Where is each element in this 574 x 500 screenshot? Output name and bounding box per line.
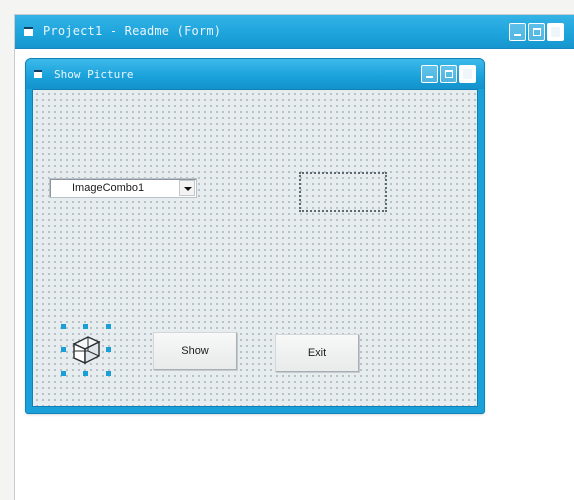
selection-handle-top-left[interactable] bbox=[61, 324, 66, 329]
form-title: Show Picture bbox=[54, 68, 134, 81]
maximize-icon bbox=[533, 28, 541, 36]
image-control[interactable] bbox=[299, 172, 387, 212]
common-dialog-cube-icon bbox=[72, 336, 101, 365]
form-window-icon[interactable] bbox=[34, 70, 42, 78]
imagecombo-control[interactable]: ImageCombo1 bbox=[49, 178, 197, 198]
window-icon[interactable] bbox=[24, 27, 33, 36]
form-close-button[interactable] bbox=[459, 65, 476, 83]
selection-handle-top[interactable] bbox=[83, 324, 88, 329]
imagecombo-dropdown-button[interactable] bbox=[179, 180, 195, 196]
designer-close-button[interactable] bbox=[547, 23, 564, 41]
selection-handle-right[interactable] bbox=[106, 347, 111, 352]
maximize-icon bbox=[445, 70, 453, 78]
selection-handle-top-right[interactable] bbox=[106, 324, 111, 329]
imagecombo-text: ImageCombo1 bbox=[72, 182, 145, 194]
selection-handle-left[interactable] bbox=[61, 347, 66, 352]
chevron-down-icon bbox=[184, 187, 192, 191]
form-maximize-button[interactable] bbox=[440, 65, 457, 83]
minimize-icon bbox=[426, 76, 433, 78]
designer-maximize-button[interactable] bbox=[528, 23, 545, 41]
common-dialog-control[interactable] bbox=[61, 324, 111, 376]
close-icon bbox=[463, 69, 472, 79]
designer-minimize-button[interactable] bbox=[509, 23, 526, 41]
selection-handle-bottom[interactable] bbox=[83, 371, 88, 376]
exit-button[interactable]: Exit bbox=[275, 334, 359, 372]
selection-handle-bottom-right[interactable] bbox=[106, 371, 111, 376]
designer-title: Project1 - Readme (Form) bbox=[43, 24, 222, 38]
designer-caption-buttons bbox=[509, 23, 564, 41]
designer-titlebar[interactable]: Project1 - Readme (Form) bbox=[15, 15, 574, 49]
minimize-icon bbox=[514, 34, 521, 36]
show-button[interactable]: Show bbox=[153, 332, 237, 370]
form-minimize-button[interactable] bbox=[421, 65, 438, 83]
form-titlebar[interactable]: Show Picture bbox=[26, 59, 484, 89]
selection-handle-bottom-left[interactable] bbox=[61, 371, 66, 376]
screen: Project1 - Readme (Form) Show Picture Im… bbox=[0, 0, 574, 500]
close-icon bbox=[551, 27, 560, 37]
form-caption-buttons bbox=[421, 65, 476, 83]
form-design-surface[interactable]: ImageCombo1 Show Exit bbox=[32, 89, 478, 407]
form-window[interactable]: Show Picture ImageCombo1 Show Exit bbox=[25, 58, 485, 414]
